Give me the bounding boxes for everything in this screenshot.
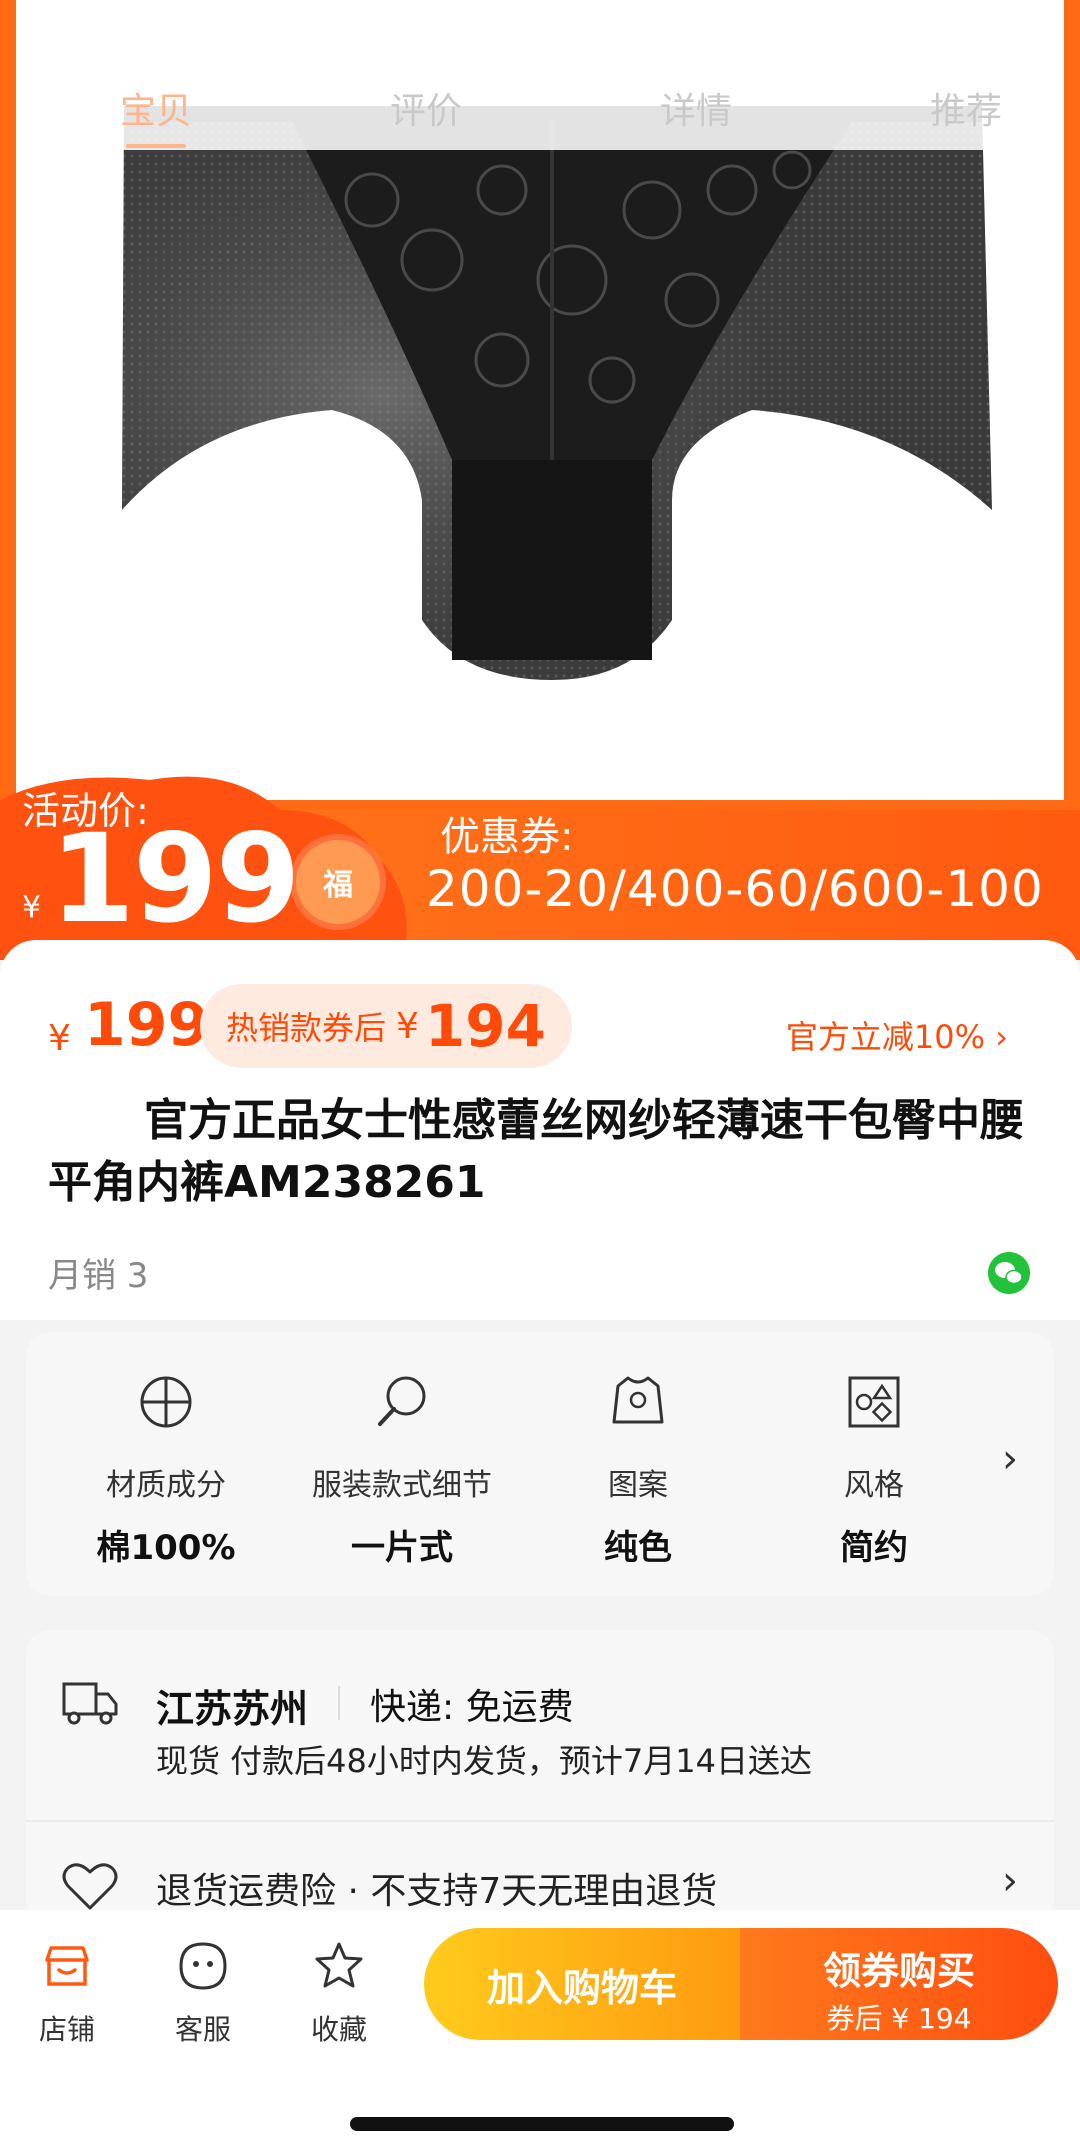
coupon-pill-label: 热销款券后 xyxy=(226,1009,387,1047)
shipping-separator xyxy=(338,1686,340,1720)
attribute-style: 风格 简约 xyxy=(754,1372,994,1569)
magnifier-icon xyxy=(378,1376,426,1426)
shop-icon xyxy=(45,1946,89,1986)
official-discount-link[interactable]: 官方立减10% › xyxy=(786,1012,1008,1058)
shipping-method: 快递: 免运费 xyxy=(370,1687,574,1728)
tab-item[interactable]: 宝贝 xyxy=(86,82,226,148)
coupon-pill-currency: ¥ xyxy=(396,1005,419,1047)
coupon-values: 200-20/400-60/600-100 xyxy=(426,860,1044,918)
tab-recommend[interactable]: 推荐 xyxy=(896,82,1036,134)
attribute-pattern: 图案 纯色 xyxy=(518,1372,758,1569)
tab-reviews[interactable]: 评价 xyxy=(356,82,496,134)
add-to-cart-button[interactable]: 加入购物车 xyxy=(424,1928,740,2040)
price-row: ¥ 199 热销款券后 ¥ 194 官方立减10% › xyxy=(48,984,1048,1070)
shapes-icon xyxy=(848,1376,900,1428)
favorite-button[interactable]: 收藏 xyxy=(284,1940,394,2048)
section-tabs: 宝贝 评价 详情 推荐 xyxy=(16,0,1064,150)
tab-details[interactable]: 详情 xyxy=(626,82,766,134)
home-indicator[interactable] xyxy=(350,2117,734,2131)
coupon-label: 优惠券: xyxy=(440,814,574,860)
attribute-label: 风格 xyxy=(844,1468,904,1503)
shirt-icon xyxy=(612,1376,664,1424)
star-icon xyxy=(315,1942,363,1988)
shop-button[interactable]: 店铺 xyxy=(12,1940,122,2048)
chat-face-icon xyxy=(179,1942,227,1990)
monthly-sales: 月销 3 xyxy=(48,1256,149,1296)
shipping-card: 江苏苏州 快递: 免运费 现货 付款后48小时内发货，预计7月14日送达 退货运… xyxy=(26,1630,1054,1910)
product-illustration xyxy=(122,106,992,680)
price-currency: ¥ xyxy=(48,1018,71,1059)
material-icon xyxy=(140,1376,192,1428)
shop-label: 店铺 xyxy=(38,2013,95,2046)
favorite-label: 收藏 xyxy=(310,2013,367,2046)
shipping-delivery-estimate: 现货 付款后48小时内发货，预计7月14日送达 xyxy=(156,1742,812,1780)
chevron-right-icon[interactable]: › xyxy=(1002,1436,1018,1482)
attribute-value: 一片式 xyxy=(351,1528,453,1568)
promo-banner: 活动价: ¥ 199 福 优惠券: 200-20/400-60/600-100 xyxy=(0,770,1080,960)
activity-price: 199 xyxy=(50,808,301,950)
truck-icon xyxy=(62,1682,118,1725)
attribute-value: 简约 xyxy=(840,1528,908,1568)
buy-button-label: 领券购买 xyxy=(822,1949,975,1993)
attribute-label: 服装款式细节 xyxy=(312,1468,492,1503)
buy-button-subtext: 券后 ¥ 194 xyxy=(826,2002,972,2035)
price-value: 199 xyxy=(84,990,210,1060)
coupon-price-pill[interactable]: 热销款券后 ¥ 194 xyxy=(200,984,572,1068)
attribute-style-detail: 服装款式细节 一片式 xyxy=(282,1372,522,1569)
attribute-value: 棉100% xyxy=(96,1528,236,1568)
activity-currency: ¥ xyxy=(22,890,42,925)
product-title: 官方正品女士性感蕾丝网纱轻薄速干包臀中腰平角内裤AM238261 xyxy=(48,1095,1024,1208)
wechat-share-icon[interactable] xyxy=(988,1252,1030,1294)
chevron-right-icon[interactable]: › xyxy=(1002,1858,1018,1904)
bottom-action-bar: 店铺 客服 收藏 加入购物车 领券购买 券后 ¥ 194 xyxy=(0,1910,1080,2152)
attribute-value: 纯色 xyxy=(604,1528,672,1568)
divider xyxy=(26,1820,1054,1822)
fortune-badge-icon: 福 xyxy=(296,840,380,924)
attribute-label: 材质成分 xyxy=(106,1468,226,1503)
return-policy[interactable]: 退货运费险 · 不支持7天无理由退货 xyxy=(156,1862,717,1910)
claim-coupon-buy-button[interactable]: 领券购买 券后 ¥ 194 xyxy=(740,1928,1058,2040)
product-info-card: ¥ 199 热销款券后 ¥ 194 官方立减10% › 官方正品女士性感蕾丝网纱… xyxy=(0,940,1080,1320)
heart-icon xyxy=(62,1863,118,1910)
fortune-badge-text: 福 xyxy=(323,868,353,903)
attribute-material: 材质成分 棉100% xyxy=(46,1372,286,1569)
attributes-card[interactable]: 材质成分 棉100% 服装款式细节 一片式 图案 纯色 风格 简约 › xyxy=(26,1332,1054,1596)
customer-service-button[interactable]: 客服 xyxy=(148,1940,258,2048)
coupon-pill-price: 194 xyxy=(424,992,546,1060)
customer-service-label: 客服 xyxy=(174,2013,231,2046)
attribute-label: 图案 xyxy=(608,1468,668,1503)
shipping-origin: 江苏苏州 xyxy=(156,1687,309,1731)
hero-area: 宝贝 评价 详情 推荐 活动价: ¥ 199 福 优惠券: 200-20/400… xyxy=(0,0,1080,960)
